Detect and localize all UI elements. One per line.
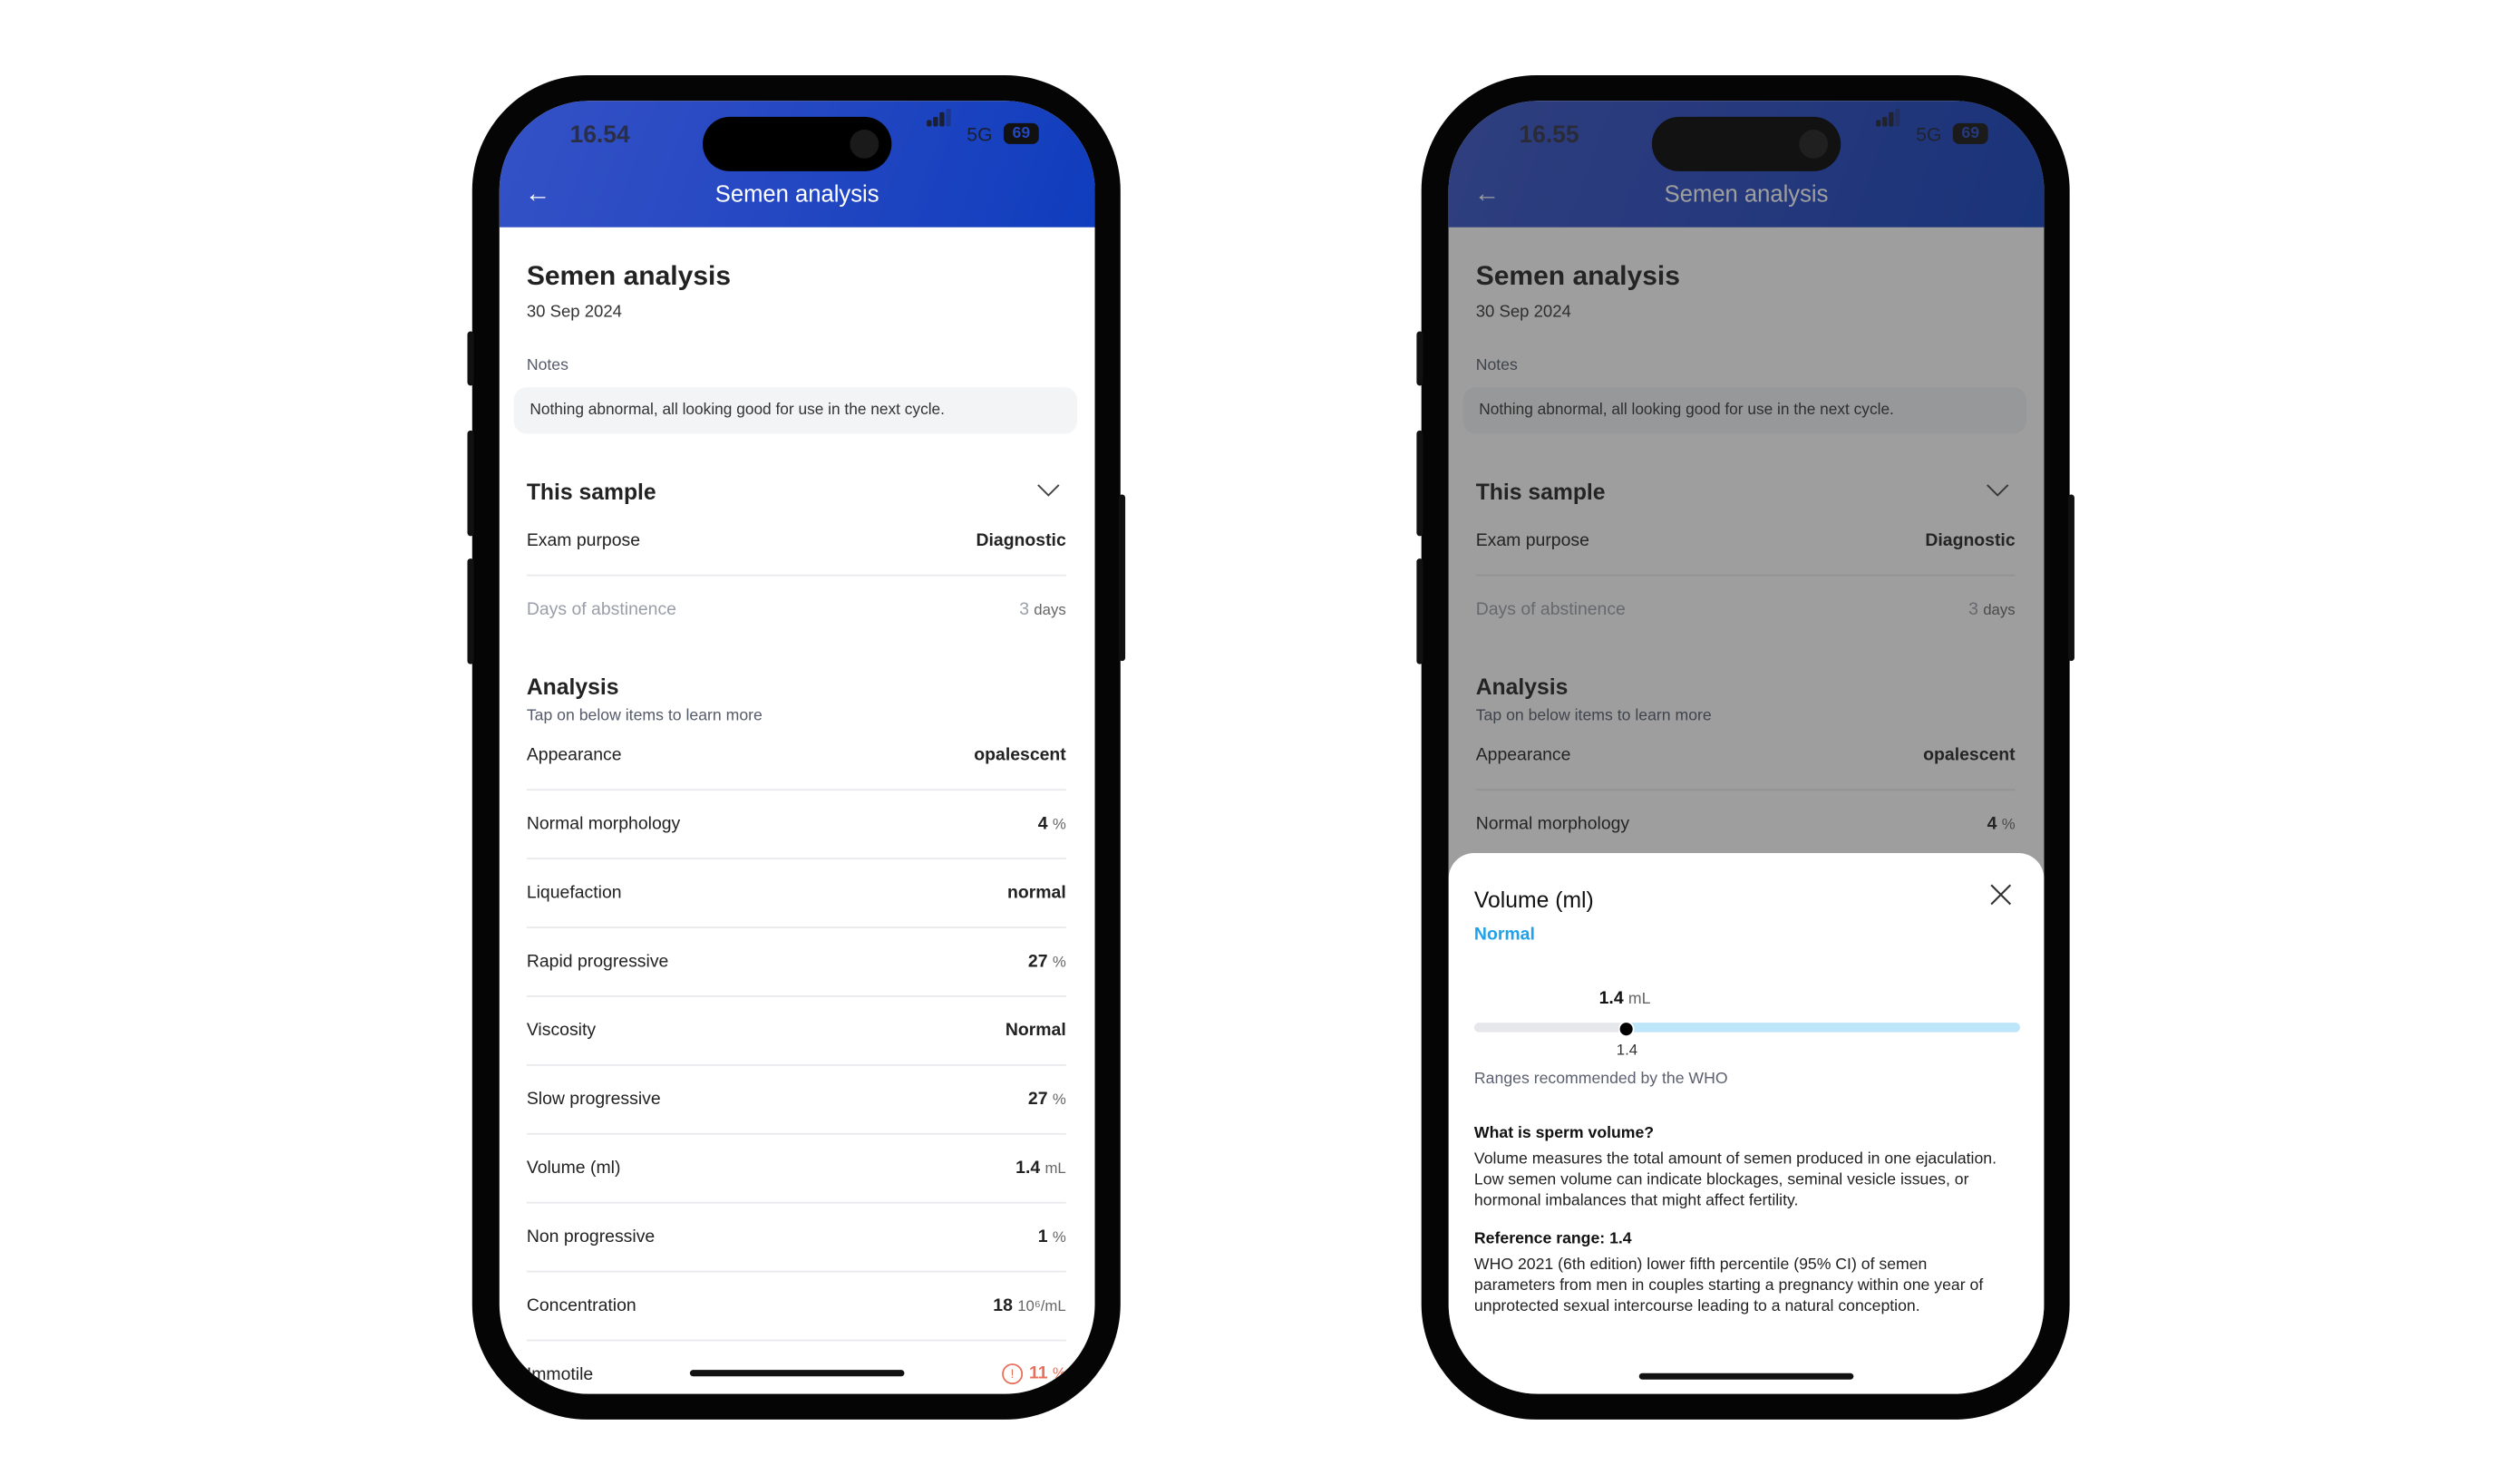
row-value: !11% (1001, 1363, 1066, 1385)
row-label: Viscosity (526, 1020, 597, 1040)
row-label: Normal morphology (526, 813, 681, 833)
reference-text: WHO 2021 (6th edition) lower fifth perce… (1473, 1256, 1984, 1315)
home-indicator[interactable] (1638, 1372, 1854, 1380)
alert-icon: ! (1001, 1363, 1023, 1385)
status-time: 16.54 (569, 121, 630, 150)
row-value: 27% (1027, 1089, 1066, 1109)
row-value: 27% (1027, 951, 1066, 971)
analysis-row[interactable]: Rapid progressive 27% (526, 926, 1066, 997)
sheet-title: Volume (ml) (1473, 887, 1594, 913)
range-bar (1473, 1023, 2020, 1033)
analysis-row[interactable]: Liquefaction normal (526, 858, 1066, 928)
info-bottom-sheet: Volume (ml) Normal 1.4 mL 1.4 Ranges reco… (1448, 852, 2045, 1394)
analysis-row[interactable]: Viscosity Normal (526, 995, 1066, 1066)
page-date: 30 Sep 2024 (526, 302, 622, 322)
analysis-row[interactable]: Immotile !11% (527, 1340, 1066, 1394)
section-analysis: Analysis (526, 674, 619, 700)
row-label: Liquefaction (526, 882, 622, 902)
row-label: Rapid progressive (526, 951, 669, 971)
row-value: Normal (1005, 1020, 1066, 1040)
app-header: 16.54 5G 69 ← Semen analysis (499, 101, 1095, 228)
row-value: 3 days (1019, 599, 1066, 619)
ranges-note: Ranges recommended by the WHO (1473, 1071, 1728, 1089)
phone-screen: 16.54 5G 69 ← Semen analysis Semen analy… (499, 101, 1095, 1394)
row-value: 1.4mL (1015, 1158, 1066, 1178)
sample-row: Days of abstinence 3 days (527, 575, 1066, 644)
notes-label: Notes (526, 356, 568, 375)
analysis-row[interactable]: Appearance opalescent (526, 720, 1066, 791)
chevron-down-icon[interactable] (1037, 479, 1060, 501)
phone-screen: 16.55 5G 69 ← Semen analysis Semen analy… (1448, 101, 2045, 1394)
row-value: 1810⁶/mL (993, 1295, 1066, 1315)
row-value: 4% (1037, 813, 1066, 833)
close-icon[interactable] (1989, 884, 2012, 907)
page-title: Semen analysis (526, 260, 732, 292)
analysis-row[interactable]: Non progressive 1% (526, 1202, 1066, 1273)
reference-heading: Reference range: 1.4 (1473, 1230, 1632, 1249)
stage: 16.54 5G 69 ← Semen analysis Semen analy… (0, 0, 2497, 1484)
phone-results: 16.54 5G 69 ← Semen analysis Semen analy… (467, 74, 1126, 1420)
value-label: 1.4 mL (1598, 989, 1651, 1009)
analysis-row[interactable]: Concentration 1810⁶/mL (526, 1271, 1066, 1342)
row-label: Volume (ml) (526, 1158, 621, 1178)
row-value: opalescent (974, 744, 1066, 764)
phone-volume-detail: 16.55 5G 69 ← Semen analysis Semen analy… (1416, 74, 2074, 1420)
range-fill (1627, 1023, 2020, 1033)
row-label: Appearance (526, 744, 622, 764)
row-label: Slow progressive (526, 1089, 661, 1109)
row-label: Concentration (526, 1295, 636, 1315)
row-label: Immotile (526, 1364, 594, 1384)
question-heading: What is sperm volume? (1473, 1125, 1655, 1143)
battery-icon: 69 (1003, 122, 1039, 144)
analysis-row[interactable]: Slow progressive 27% (526, 1064, 1066, 1135)
section-this-sample[interactable]: This sample (527, 479, 656, 504)
dynamic-island (703, 116, 892, 171)
notes-box: Nothing abnormal, all looking good for u… (513, 387, 1078, 434)
analysis-row[interactable]: Normal morphology 4% (526, 789, 1066, 860)
status-label: Normal (1473, 925, 1535, 945)
sample-row: Exam purpose Diagnostic (526, 506, 1066, 577)
tick-label: 1.4 (1616, 1042, 1638, 1060)
network-type: 5G (967, 122, 993, 146)
row-label: Days of abstinence (526, 599, 676, 619)
answer-text: Volume measures the total amount of seme… (1473, 1150, 1997, 1209)
header-title: Semen analysis (714, 182, 879, 209)
row-value: Diagnostic (976, 530, 1066, 550)
row-value: 1% (1037, 1227, 1066, 1246)
value-marker (1618, 1021, 1636, 1037)
row-label: Non progressive (526, 1227, 656, 1246)
analysis-row[interactable]: Volume (ml) 1.4mL (526, 1133, 1066, 1204)
row-label: Exam purpose (526, 530, 641, 550)
row-value: normal (1006, 882, 1066, 902)
home-indicator[interactable] (689, 1370, 905, 1377)
